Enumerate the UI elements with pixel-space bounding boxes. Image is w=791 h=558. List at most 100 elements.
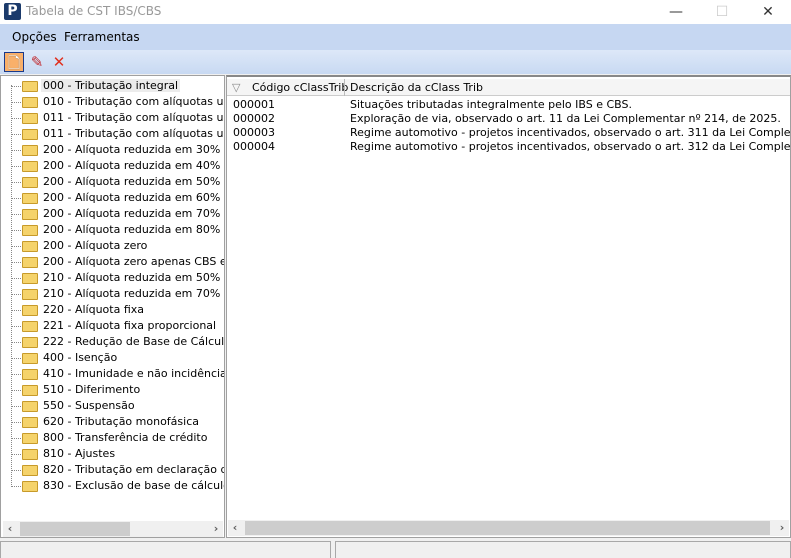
tree-connector	[11, 182, 21, 183]
tree-item-label: 200 - Alíquota zero	[43, 239, 148, 252]
tree-connector	[11, 134, 21, 135]
tree-connector	[11, 102, 21, 103]
toolbar: 🗋 ✎ ✕	[0, 50, 791, 74]
tree-item-label: 222 - Redução de Base de Cálculo	[43, 335, 225, 348]
folder-icon	[22, 113, 38, 124]
tree-item-label: 220 - Alíquota fixa	[43, 303, 145, 316]
delete-x-icon[interactable]: ✕	[49, 52, 69, 72]
tree-connector	[11, 86, 21, 87]
tree-item-label: 200 - Alíquota reduzida em 70%	[43, 207, 221, 220]
tree-connector	[11, 166, 21, 167]
cell-descricao: Situações tributadas integralmente pelo …	[350, 98, 633, 111]
tree-item-label: 800 - Transferência de crédito	[43, 431, 208, 444]
tree-connector	[11, 390, 21, 391]
scroll-right-icon[interactable]: ›	[775, 520, 789, 536]
column-header-codigo[interactable]: Código cClassTrib	[252, 81, 348, 94]
tree-item-label: 200 - Alíquota reduzida em 60%	[43, 191, 221, 204]
folder-icon	[22, 81, 38, 92]
tree-item-label: 400 - Isenção	[43, 351, 118, 364]
folder-icon	[22, 401, 38, 412]
folder-icon	[22, 305, 38, 316]
minimize-button[interactable]: —	[653, 0, 699, 24]
table-row[interactable]: 000004 Regime automotivo - projetos incen…	[227, 140, 790, 154]
scroll-thumb[interactable]	[20, 522, 130, 536]
tree-connector	[11, 198, 21, 199]
tree-item-label: 820 - Tributação em declaração de regime	[43, 463, 224, 476]
folder-icon	[22, 145, 38, 156]
tree-connector	[11, 358, 21, 359]
window-title: Tabela de CST IBS/CBS	[26, 4, 162, 18]
tree-connector	[11, 342, 21, 343]
tree-item-label: 410 - Imunidade e não incidência	[43, 367, 225, 380]
tree-connector	[11, 438, 21, 439]
folder-icon	[22, 385, 38, 396]
cell-codigo: 000002	[233, 112, 275, 125]
title-bar: P Tabela de CST IBS/CBS — ☐ ✕	[0, 0, 791, 24]
tree-item-label: 810 - Ajustes	[43, 447, 116, 460]
tree-item-label: 200 - Alíquota reduzida em 80%	[43, 223, 221, 236]
tree-item-label: 830 - Exclusão de base de cálculo	[43, 479, 225, 492]
scroll-left-icon[interactable]: ‹	[3, 521, 17, 537]
folder-icon	[22, 177, 38, 188]
tree-connector	[11, 246, 21, 247]
column-header-descricao[interactable]: Descrição da cClass Trib	[350, 81, 483, 94]
cell-codigo: 000003	[233, 126, 275, 139]
scroll-left-icon[interactable]: ‹	[228, 520, 242, 536]
sort-icon[interactable]: ▽	[232, 81, 240, 94]
tree-item-label: 210 - Alíquota reduzida em 50% com redut…	[43, 271, 224, 284]
cst-tree: 000 - Tributação integral 010 - Tributaçã…	[0, 75, 225, 538]
tree-connector	[11, 406, 21, 407]
menu-bar: Opções Ferramentas	[0, 24, 791, 50]
cell-descricao: Exploração de via, observado o art. 11 d…	[350, 112, 781, 125]
tree-item-label: 010 - Tributação com alíquotas uniformes	[43, 95, 224, 108]
folder-icon	[22, 257, 38, 268]
grid-horizontal-scrollbar[interactable]: ‹ ›	[228, 520, 789, 536]
status-panel-right	[335, 541, 791, 558]
folder-icon	[22, 241, 38, 252]
tree-item-label: 221 - Alíquota fixa proporcional	[43, 319, 217, 332]
tree-item-label: 011 - Tributação com alíquotas uniformes	[43, 111, 224, 124]
menu-ferramentas[interactable]: Ferramentas	[64, 30, 140, 44]
folder-icon	[22, 465, 38, 476]
folder-icon	[22, 353, 38, 364]
tree-connector	[11, 150, 21, 151]
folder-icon	[22, 129, 38, 140]
tree-item-label: 011 - Tributação com alíquotas uniformes	[43, 127, 224, 140]
folder-icon	[22, 321, 38, 332]
tree-connector	[11, 486, 21, 487]
tree-connector	[11, 374, 21, 375]
tree-horizontal-scrollbar[interactable]: ‹ ›	[3, 521, 223, 537]
tree-connector	[11, 230, 21, 231]
column-separator[interactable]	[344, 79, 345, 96]
scroll-right-icon[interactable]: ›	[209, 521, 223, 537]
tree-item-label: 200 - Alíquota reduzida em 40%	[43, 159, 221, 172]
tree-item-label: 200 - Alíquota zero apenas CBS e reduzid…	[43, 255, 224, 268]
cclasstrib-grid: ▽ Código cClassTrib Descrição da cClass …	[226, 75, 791, 538]
folder-icon	[22, 161, 38, 172]
tree-item-label: 000 - Tributação integral	[41, 79, 181, 92]
tree-item-label: 620 - Tributação monofásica	[43, 415, 199, 428]
tree-item-label: 200 - Alíquota reduzida em 30%	[43, 143, 221, 156]
tree-connector	[11, 85, 12, 485]
tree-connector	[11, 310, 21, 311]
folder-icon	[22, 273, 38, 284]
edit-pencil-icon[interactable]: ✎	[27, 52, 47, 72]
cell-descricao: Regime automotivo - projetos incentivado…	[350, 140, 791, 153]
table-row[interactable]: 000001 Situações tributadas integralmente…	[227, 98, 790, 112]
cell-codigo: 000004	[233, 140, 275, 153]
maximize-button[interactable]: ☐	[699, 0, 745, 24]
folder-icon	[22, 433, 38, 444]
tree-connector	[11, 278, 21, 279]
app-logo-icon: P	[4, 3, 21, 20]
menu-opcoes[interactable]: Opções	[12, 30, 57, 44]
cell-codigo: 000001	[233, 98, 275, 111]
close-button[interactable]: ✕	[745, 0, 791, 24]
folder-icon	[22, 449, 38, 460]
scroll-thumb[interactable]	[245, 521, 770, 535]
folder-icon	[22, 369, 38, 380]
table-row[interactable]: 000002 Exploração de via, observado o art…	[227, 112, 790, 126]
table-row[interactable]: 000003 Regime automotivo - projetos incen…	[227, 126, 790, 140]
status-panel-left	[0, 541, 331, 558]
tree-item-label: 210 - Alíquota reduzida em 70% com redut…	[43, 287, 224, 300]
new-document-icon[interactable]: 🗋	[4, 52, 24, 72]
